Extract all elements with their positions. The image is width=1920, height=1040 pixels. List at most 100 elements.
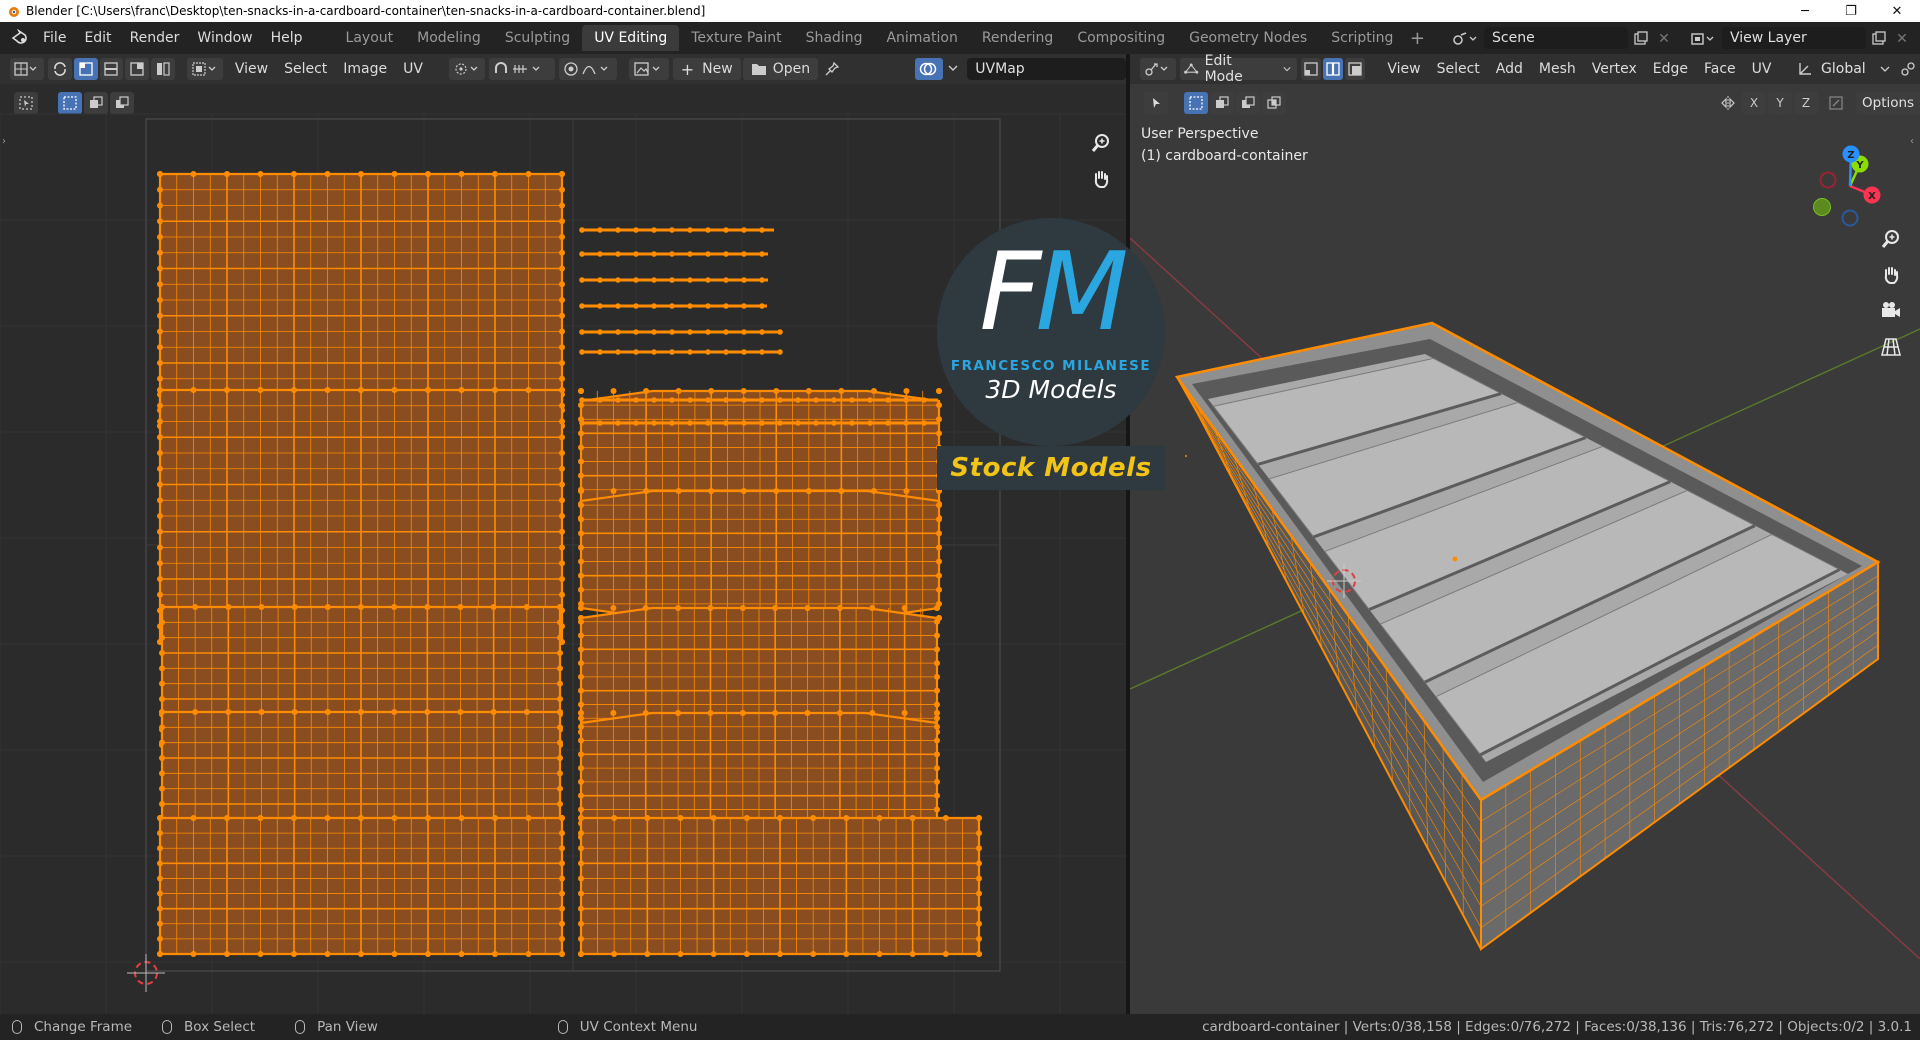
uv-canvas[interactable] xyxy=(0,54,1126,1014)
select-tool-icon[interactable] xyxy=(14,92,38,114)
sync-selection-icon[interactable] xyxy=(47,58,72,80)
scene-icon[interactable] xyxy=(1448,29,1482,49)
vp-edge-select-icon[interactable] xyxy=(1322,58,1344,80)
island-select-mode-icon[interactable] xyxy=(151,58,175,80)
mode-dropdown[interactable]: Edit Mode xyxy=(1180,54,1297,85)
vp-menu-view[interactable]: View xyxy=(1379,57,1428,81)
vp-mode-extend-icon[interactable] xyxy=(1210,92,1234,114)
menu-render[interactable]: Render xyxy=(121,26,189,50)
tab-scripting[interactable]: Scripting xyxy=(1319,25,1405,51)
tab-sculpting[interactable]: Sculpting xyxy=(493,25,582,51)
open-image-button[interactable]: Open xyxy=(742,58,819,80)
new-image-button[interactable]: + New xyxy=(672,58,741,80)
uv-pan-hand-icon[interactable] xyxy=(1086,164,1116,194)
uv-menu-image[interactable]: Image xyxy=(335,57,395,81)
editor-type-dropdown[interactable] xyxy=(9,58,44,80)
overlays-dropdown[interactable] xyxy=(915,58,944,80)
uv-menu-uv[interactable]: UV xyxy=(395,57,431,81)
transform-orientation-dropdown[interactable]: Global xyxy=(1793,58,1894,80)
tab-layout[interactable]: Layout xyxy=(334,25,406,51)
vp-zoom-icon[interactable] xyxy=(1876,224,1906,254)
mode-set-icon[interactable] xyxy=(58,92,82,114)
mirror-y-toggle[interactable]: Y xyxy=(1768,92,1792,114)
close-button[interactable]: ✕ xyxy=(1874,0,1920,22)
menu-file[interactable]: File xyxy=(34,26,75,50)
tab-shading[interactable]: Shading xyxy=(794,25,875,51)
tab-rendering[interactable]: Rendering xyxy=(970,25,1066,51)
delete-view-layer-icon[interactable]: ✕ xyxy=(1892,29,1912,49)
vp-pan-hand-icon[interactable] xyxy=(1876,260,1906,290)
add-workspace-button[interactable]: + xyxy=(1405,28,1429,49)
sticky-selection-dropdown[interactable] xyxy=(186,58,223,80)
snap-dropdown[interactable] xyxy=(488,58,555,80)
overlays-chevron-icon[interactable] xyxy=(947,62,959,77)
mode-chevron-icon xyxy=(1282,67,1291,72)
vp-mode-set-icon[interactable] xyxy=(1184,92,1208,114)
vp-face-select-icon[interactable] xyxy=(1345,58,1366,80)
vp-menu-edge[interactable]: Edge xyxy=(1645,57,1696,81)
view-layer-field[interactable]: View Layer xyxy=(1722,27,1866,49)
3d-viewport[interactable]: Edit Mode View Select Add Mesh Vertex Ed… xyxy=(1130,54,1920,1014)
vp-menu-add[interactable]: Add xyxy=(1488,57,1531,81)
view-layer-icon[interactable] xyxy=(1686,29,1720,49)
proportional-edit-dropdown[interactable] xyxy=(558,58,617,80)
delete-scene-icon[interactable]: ✕ xyxy=(1654,29,1674,49)
minimize-button[interactable]: ─ xyxy=(1782,0,1828,22)
orientation-label: Global xyxy=(1821,61,1866,77)
vp-menu-uv[interactable]: UV xyxy=(1744,57,1780,81)
face-select-mode-icon[interactable] xyxy=(125,58,150,80)
mode-extend-icon[interactable] xyxy=(84,92,108,114)
uv-sidebar-toggle-icon[interactable]: › xyxy=(2,136,6,147)
tab-modeling[interactable]: Modeling xyxy=(405,25,493,51)
scene-field[interactable]: Scene xyxy=(1484,27,1628,49)
uv-menu-select[interactable]: Select xyxy=(276,57,335,81)
menu-help[interactable]: Help xyxy=(262,26,312,50)
mirror-z-toggle[interactable]: Z xyxy=(1794,92,1818,114)
mirror-x-toggle[interactable]: X xyxy=(1742,92,1766,114)
uvmap-field[interactable]: UVMap xyxy=(967,58,1126,80)
vp-menu-face[interactable]: Face xyxy=(1696,57,1744,81)
menu-window[interactable]: Window xyxy=(188,26,261,50)
tab-animation[interactable]: Animation xyxy=(874,25,969,51)
vp-sidebar-toggle-icon[interactable]: ‹ xyxy=(1910,136,1914,147)
uv-menu-view[interactable]: View xyxy=(227,57,276,81)
vp-menu-mesh[interactable]: Mesh xyxy=(1531,57,1584,81)
mirror-icon[interactable] xyxy=(1716,92,1740,114)
options-dropdown[interactable]: Options xyxy=(1856,92,1920,114)
vertex-select-mode-icon[interactable] xyxy=(73,58,98,80)
vp-menu-vertex[interactable]: Vertex xyxy=(1584,57,1645,81)
pin-icon[interactable] xyxy=(820,58,844,80)
perspective-toggle-icon[interactable] xyxy=(1876,332,1906,362)
orientation-chevron-icon xyxy=(1880,66,1890,72)
new-view-layer-icon[interactable] xyxy=(1868,29,1890,49)
vp-vertex-select-icon[interactable] xyxy=(1300,58,1321,80)
uv-zoom-icon[interactable] xyxy=(1086,128,1116,158)
blender-menu-icon[interactable] xyxy=(8,25,34,51)
auto-merge-icon[interactable] xyxy=(1824,92,1848,114)
vp-mode-subtract-icon[interactable] xyxy=(1236,92,1260,114)
navigation-gizmo[interactable]: X Y Z xyxy=(1798,136,1894,232)
tab-geometry-nodes[interactable]: Geometry Nodes xyxy=(1177,25,1319,51)
vp-mode-invert-icon[interactable] xyxy=(1262,92,1286,114)
viewport-editor-type-dropdown[interactable] xyxy=(1140,58,1177,80)
vp-select-tool-icon[interactable] xyxy=(1144,92,1168,114)
tab-compositing[interactable]: Compositing xyxy=(1065,25,1177,51)
vp-menu-select[interactable]: Select xyxy=(1429,57,1488,81)
restore-button[interactable]: ❐ xyxy=(1828,0,1874,22)
status-pan-view: Pan View xyxy=(295,1019,378,1035)
vp-tool-settings xyxy=(1144,92,1288,114)
menu-edit[interactable]: Edit xyxy=(75,26,120,50)
edge-select-mode-icon[interactable] xyxy=(99,58,124,80)
tab-texture-paint[interactable]: Texture Paint xyxy=(679,25,793,51)
pivot-point-dropdown[interactable] xyxy=(448,58,485,80)
mode-subtract-icon[interactable] xyxy=(110,92,134,114)
pivot-link-icon[interactable] xyxy=(1898,58,1918,80)
uv-island xyxy=(159,709,563,853)
image-browse-dropdown[interactable] xyxy=(628,58,669,80)
tab-uv-editing[interactable]: UV Editing xyxy=(582,25,680,51)
status-bar: Change Frame Box Select Pan View UV Cont… xyxy=(0,1014,1920,1040)
uv-editor[interactable]: View Select Image UV + New Open UVMap › xyxy=(0,54,1126,1014)
new-scene-icon[interactable] xyxy=(1630,29,1652,49)
plus-icon: + xyxy=(680,59,695,79)
camera-view-icon[interactable] xyxy=(1876,296,1906,326)
